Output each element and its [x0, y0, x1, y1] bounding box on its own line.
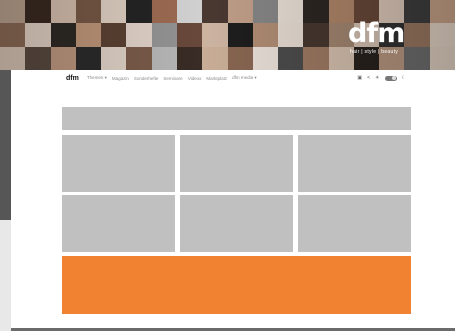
loading-placeholder-header [62, 107, 411, 130]
left-backdrop-light [0, 220, 11, 331]
loading-placeholder-card [180, 135, 293, 192]
loading-placeholder-card [180, 195, 293, 252]
logo-tagline: hair | style | beauty [350, 49, 399, 55]
theme-toggle[interactable] [384, 75, 397, 81]
nav-item-sonderhefte[interactable]: Sonderhefte [134, 76, 159, 81]
dfm-logo[interactable]: dfm hair | style | beauty [346, 20, 410, 60]
calendar-icon[interactable]: ▣ [357, 73, 362, 83]
loading-placeholder-card [62, 195, 175, 252]
nav-utility-icons: ▣ < ☀ ☾ [352, 73, 406, 83]
nav-item-magazin[interactable]: Magazin [112, 76, 129, 81]
nav-item-marktplatz[interactable]: Marktplatz [206, 76, 227, 81]
loading-placeholder-card [298, 195, 411, 252]
loading-placeholder-card [62, 135, 175, 192]
orange-promo-block[interactable] [62, 256, 411, 314]
main-navigation: dfm Themen ▾ Magazin Sonderhefte Seminar… [66, 73, 406, 83]
sun-icon[interactable]: ☀ [375, 73, 379, 83]
nav-item-dfm-media[interactable]: dfm media ▾ [232, 75, 257, 81]
share-icon[interactable]: < [367, 73, 370, 83]
left-backdrop-dark [0, 70, 11, 220]
nav-item-videos[interactable]: Videos [188, 76, 202, 81]
loading-placeholder-card [298, 135, 411, 192]
nav-logo[interactable]: dfm [66, 75, 79, 82]
nav-item-seminare[interactable]: Seminare [163, 76, 182, 81]
moon-icon[interactable]: ☾ [402, 73, 406, 83]
logo-wordmark: dfm [348, 18, 405, 49]
nav-item-themen[interactable]: Themen ▾ [87, 75, 107, 81]
browser-viewport: dfm hair | style | beauty dfm Themen ▾ M… [0, 0, 455, 331]
